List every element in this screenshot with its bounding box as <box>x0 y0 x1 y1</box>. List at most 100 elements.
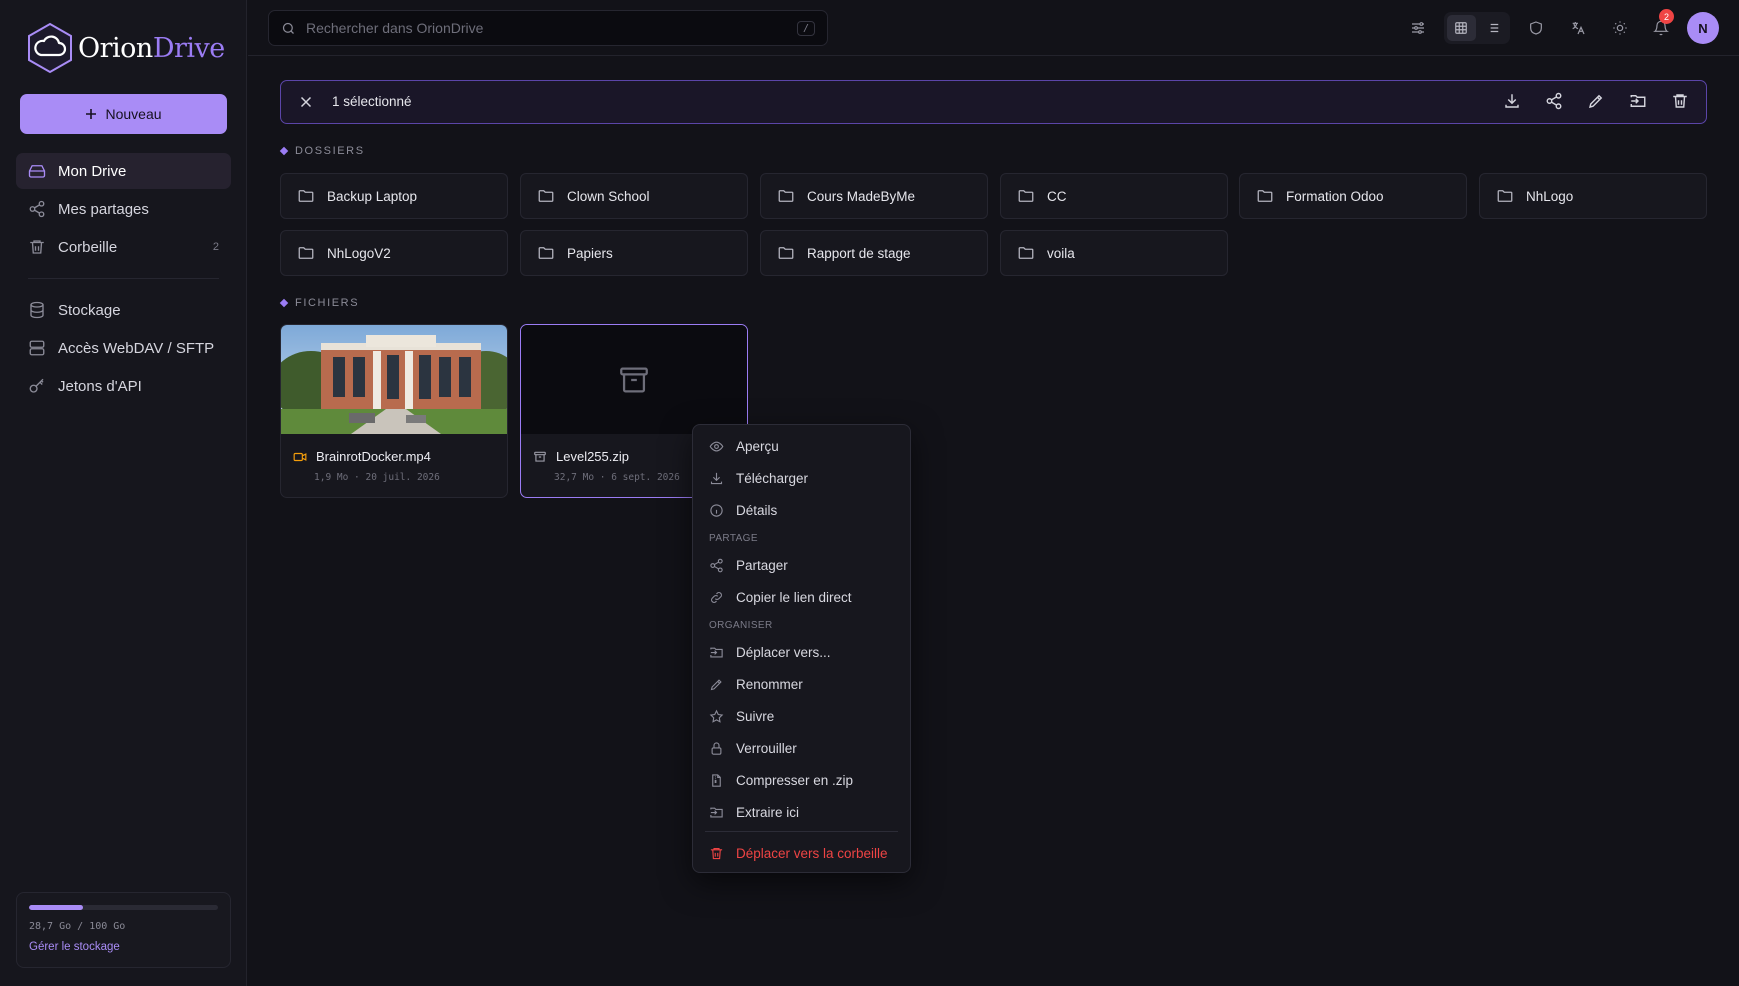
pencil-icon <box>710 678 722 690</box>
move-selected-button[interactable] <box>1629 92 1649 112</box>
menu-item-compress[interactable]: Compresser en .zip <box>693 766 910 794</box>
app-logo-text: OrionDrive <box>78 33 225 64</box>
menu-separator <box>705 831 898 832</box>
menu-item-preview[interactable]: Aperçu <box>693 432 910 460</box>
download-icon <box>710 472 723 484</box>
translate-icon <box>1572 22 1585 35</box>
folder-item[interactable]: Backup Laptop <box>280 173 508 219</box>
plus-icon <box>86 109 97 119</box>
menu-item-share[interactable]: Partager <box>693 551 910 579</box>
folder-item[interactable]: voila <box>1000 230 1228 276</box>
folder-name: Formation Odoo <box>1286 188 1384 204</box>
sidebar-item-api-tokens[interactable]: Jetons d'API <box>16 368 231 404</box>
file-name: Level255.zip <box>556 449 629 464</box>
menu-item-lock[interactable]: Verrouiller <box>693 734 910 762</box>
menu-item-label: Partager <box>736 557 788 573</box>
sidebar-item-my-shares[interactable]: Mes partages <box>16 191 231 227</box>
menu-item-rename[interactable]: Renommer <box>693 670 910 698</box>
folder-icon <box>298 247 314 259</box>
database-icon <box>30 301 44 319</box>
archive-icon <box>534 451 546 462</box>
filter-button[interactable] <box>1406 16 1430 40</box>
app-logo[interactable]: OrionDrive <box>26 22 225 74</box>
menu-item-follow[interactable]: Suivre <box>693 702 910 730</box>
folder-item[interactable]: CC <box>1000 173 1228 219</box>
share-icon <box>29 200 45 218</box>
rename-selected-button[interactable] <box>1587 92 1607 112</box>
grid-icon <box>1455 22 1468 34</box>
sidebar-item-label: Mes partages <box>58 200 149 218</box>
logo-text-orion: Orion <box>78 32 153 64</box>
section-diamond-icon <box>279 298 289 308</box>
menu-item-copy-link[interactable]: Copier le lien direct <box>693 583 910 611</box>
cloud-logo-icon <box>28 22 72 74</box>
manage-storage-link[interactable]: Gérer le stockage <box>29 941 218 953</box>
clear-selection-button[interactable] <box>297 93 315 111</box>
star-icon <box>709 709 724 723</box>
search-shortcut-key: / <box>796 20 815 36</box>
menu-item-details[interactable]: Détails <box>693 496 910 524</box>
logo-text-drive: Drive <box>152 32 225 64</box>
sidebar-nav-main: Mon Drive Mes partages Corbeille 2 Stock… <box>16 153 231 406</box>
menu-item-label: Renommer <box>736 676 803 692</box>
selection-toolbar: 1 sélectionné <box>280 80 1707 124</box>
user-avatar[interactable]: N <box>1687 12 1719 44</box>
folder-item[interactable]: Clown School <box>520 173 748 219</box>
share-icon <box>710 558 723 572</box>
search-input[interactable] <box>306 20 787 36</box>
security-button[interactable] <box>1524 16 1548 40</box>
folder-item[interactable]: Formation Odoo <box>1239 173 1467 219</box>
trash-icon <box>30 240 44 254</box>
folder-item[interactable]: Rapport de stage <box>760 230 988 276</box>
storage-widget: 28,7 Go / 100 Go Gérer le stockage <box>16 892 231 968</box>
sliders-icon <box>1412 22 1424 34</box>
file-card[interactable]: BrainrotDocker.mp4 1,9 Mo · 20 juil. 202… <box>280 324 508 498</box>
list-view-button[interactable] <box>1479 15 1508 41</box>
menu-item-extract[interactable]: Extraire ici <box>693 798 910 826</box>
search-icon <box>282 22 294 34</box>
menu-item-label: Suivre <box>736 708 775 724</box>
folder-item[interactable]: NhLogoV2 <box>280 230 508 276</box>
new-button[interactable]: Nouveau <box>20 94 227 134</box>
folder-item[interactable]: NhLogo <box>1479 173 1707 219</box>
download-icon <box>1505 94 1519 108</box>
menu-item-move-to-trash[interactable]: Déplacer vers la corbeille <box>693 839 910 867</box>
file-archive-icon <box>712 773 721 787</box>
search-box[interactable]: / <box>268 10 828 46</box>
file-meta: 32,7 Mo · 6 sept. 2026 <box>554 472 680 483</box>
sidebar-item-label: Jetons d'API <box>58 377 142 395</box>
folder-icon <box>1018 247 1034 259</box>
section-diamond-icon <box>279 146 289 156</box>
sidebar-item-webdav[interactable]: Accès WebDAV / SFTP <box>16 330 231 366</box>
theme-toggle-button[interactable] <box>1608 16 1632 40</box>
sidebar-item-storage[interactable]: Stockage <box>16 292 231 328</box>
menu-section-label-organize: ORGANISER <box>709 620 773 631</box>
shield-icon <box>1530 21 1542 35</box>
hard-drive-icon <box>28 165 46 178</box>
sidebar-item-trash[interactable]: Corbeille 2 <box>16 229 231 265</box>
folder-name: Cours MadeByMe <box>807 188 916 204</box>
sidebar-divider <box>28 278 219 279</box>
folder-move-icon <box>710 647 723 657</box>
folder-item[interactable]: Papiers <box>520 230 748 276</box>
file-name-row: Level255.zip <box>533 449 629 464</box>
trash-count-badge: 2 <box>212 241 219 253</box>
file-thumbnail-placeholder <box>521 325 747 434</box>
view-mode-toggle <box>1444 12 1510 44</box>
sidebar-item-my-drive[interactable]: Mon Drive <box>16 153 231 189</box>
language-button[interactable] <box>1566 16 1590 40</box>
eye-icon <box>709 441 724 451</box>
menu-item-move[interactable]: Déplacer vers... <box>693 638 910 666</box>
sidebar-item-label: Mon Drive <box>58 162 127 180</box>
delete-selected-button[interactable] <box>1671 92 1691 112</box>
sidebar: OrionDrive Nouveau Mon Drive Mes partage… <box>0 0 247 986</box>
archive-icon <box>620 367 648 392</box>
share-selected-button[interactable] <box>1545 92 1565 112</box>
video-icon <box>293 452 307 461</box>
folder-item[interactable]: Cours MadeByMe <box>760 173 988 219</box>
menu-item-download[interactable]: Télécharger <box>693 464 910 492</box>
file-thumbnail-image <box>281 325 507 434</box>
download-selected-button[interactable] <box>1503 92 1523 112</box>
grid-view-button[interactable] <box>1447 15 1476 41</box>
storage-usage-text: 28,7 Go / 100 Go <box>29 921 126 932</box>
